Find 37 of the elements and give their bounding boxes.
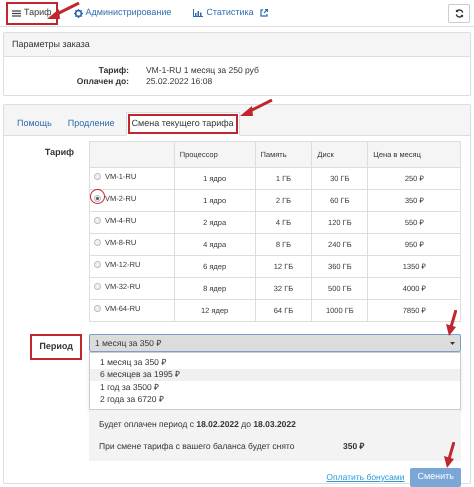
field-label: Оплачен до:: [76, 76, 129, 87]
annotation-arrow: [239, 99, 273, 119]
panel-heading: Параметры заказа: [4, 33, 470, 57]
radio-button[interactable]: [94, 283, 101, 290]
refresh-icon: [454, 8, 464, 18]
radio-button[interactable]: [94, 217, 101, 224]
radio-button[interactable]: [94, 195, 101, 202]
dropdown-option[interactable]: 1 месяц за 350 ₽: [90, 356, 460, 368]
tab[interactable]: Помощь: [12, 112, 57, 136]
external-link-icon: [260, 9, 268, 17]
nav-link[interactable]: Администрирование: [68, 2, 178, 24]
dropdown-option[interactable]: 6 месяцев за 1995 ₽: [90, 368, 460, 381]
dropdown-option[interactable]: 1 год за 3500 ₽: [90, 381, 460, 394]
dropdown-option[interactable]: 2 года за 6720 ₽: [90, 394, 460, 406]
radio-button[interactable]: [94, 173, 101, 180]
settings-icon: [74, 8, 83, 18]
field-value: 25.02.2022 16:08: [146, 76, 212, 87]
field-value: VM-1-RU 1 месяц за 250 руб: [146, 65, 259, 76]
period-label: Период: [30, 334, 82, 360]
payment-period-text: Будет оплачен период с 18.02.2022 до 18.03.2022: [99, 418, 297, 431]
annotation-arrow: [443, 442, 455, 468]
field-label: Тариф:: [98, 65, 129, 76]
radio-button[interactable]: [94, 305, 101, 312]
caret-icon: [450, 342, 455, 344]
period-select[interactable]: 1 месяц за 350 ₽: [89, 334, 461, 352]
charge-amount: 350 ₽: [343, 440, 365, 452]
radio-button[interactable]: [94, 261, 101, 268]
charge-label: При смене тарифа с вашего баланса будет снято: [99, 440, 296, 452]
tariff-label: Тариф: [44, 146, 74, 159]
bar-chart-icon: [193, 9, 204, 17]
radio-button[interactable]: [94, 239, 101, 246]
nav-link[interactable]: Статистика: [187, 2, 274, 24]
refresh-button[interactable]: [448, 4, 470, 22]
menu-icon: [12, 10, 21, 16]
tab[interactable]: Продление: [62, 112, 120, 136]
tab[interactable]: Смена текущего тарифа: [126, 112, 240, 136]
annotation-arrow: [445, 310, 457, 336]
